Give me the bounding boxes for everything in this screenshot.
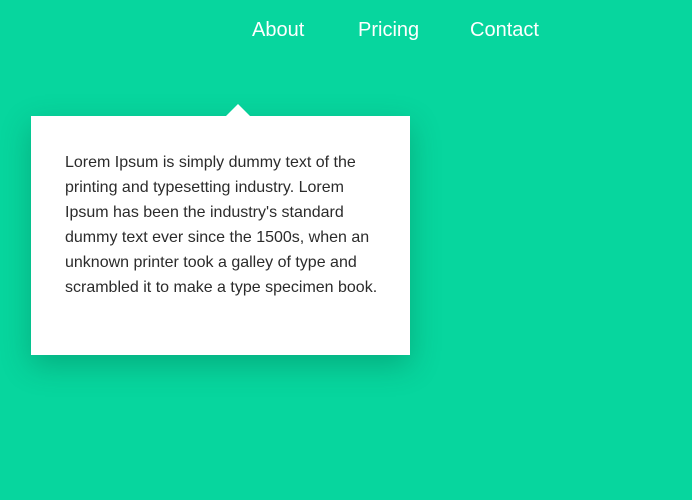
top-nav: About Pricing Contact xyxy=(0,17,692,45)
nav-link-contact[interactable]: Contact xyxy=(470,17,539,43)
popover-text: Lorem Ipsum is simply dummy text of the … xyxy=(65,154,378,296)
popover-arrow xyxy=(226,104,250,116)
nav-link-about[interactable]: About xyxy=(252,17,304,43)
about-popover: Lorem Ipsum is simply dummy text of the … xyxy=(31,104,410,355)
nav-link-pricing[interactable]: Pricing xyxy=(358,17,419,43)
